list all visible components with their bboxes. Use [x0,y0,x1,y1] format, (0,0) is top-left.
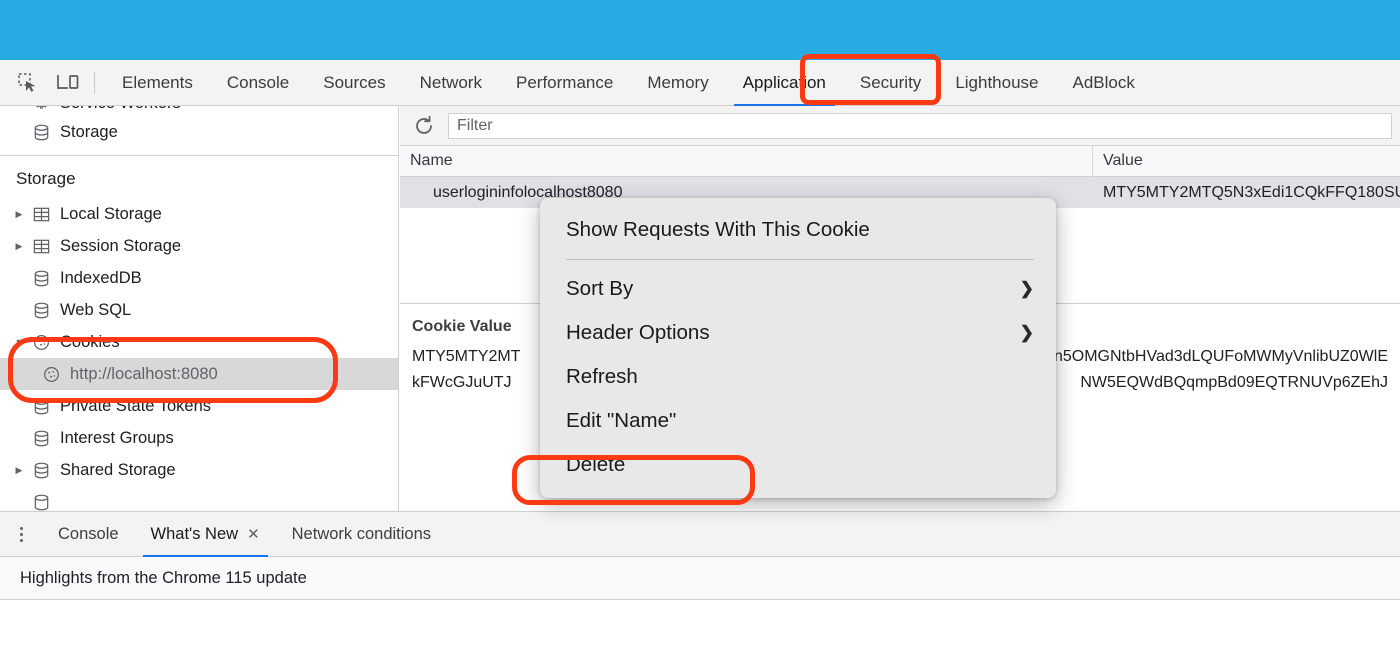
sidebar-item-cookie-origin[interactable]: http://localhost:8080 [0,358,398,390]
tab-console[interactable]: Console [210,60,306,106]
cookie-value-text-right[interactable]: n5OMGNtbHVad3dLQUFoMWMyVnlibUZ0WlE NW5EQW… [1042,342,1400,396]
chevron-right-icon[interactable]: ▶ [10,209,28,220]
filter-input[interactable] [448,112,1392,139]
gear-icon [28,106,54,112]
chevron-right-icon[interactable]: ▶ [10,241,28,252]
table-icon [28,237,54,256]
sidebar-item-label: Local Storage [60,204,162,223]
sidebar-item-label: Storage [60,122,118,141]
menu-item-label: Header Options [566,321,710,344]
whats-new-headline: Highlights from the Chrome 115 update [20,568,307,587]
application-sidebar[interactable]: Service Workers Storage Storage ▶ Local … [0,106,399,511]
close-icon[interactable]: ✕ [247,525,260,543]
cookies-grid-header: Name Value [400,145,1400,177]
tab-adblock[interactable]: AdBlock [1056,60,1152,106]
drawer-tab-label: Console [58,524,119,543]
cookie-value-text-left[interactable]: MTY5MTY2MT kFWcGJuUTJ [400,342,532,396]
chevron-down-icon[interactable]: ▼ [10,337,28,347]
sidebar-item-label: IndexedDB [60,268,142,287]
sidebar-item-interest-groups[interactable]: Interest Groups [0,422,398,454]
database-icon [28,123,54,142]
sidebar-item-clipped[interactable] [0,486,398,511]
devtools-drawer-tabbar: Console What's New ✕ Network conditions [0,511,1400,557]
table-icon [28,205,54,224]
menu-item-sort-by[interactable]: Sort By ❯ [540,267,1056,311]
sidebar-item-label: http://localhost:8080 [70,364,218,383]
tab-memory[interactable]: Memory [630,60,725,106]
menu-item-show-requests[interactable]: Show Requests With This Cookie [540,208,1056,252]
sidebar-item-label: Service Workers [54,106,181,113]
chevron-right-icon[interactable]: ▶ [10,465,28,476]
menu-item-label: Sort By [566,277,634,300]
cookie-context-menu[interactable]: Show Requests With This Cookie Sort By ❯… [540,198,1056,498]
chevron-right-icon: ❯ [1019,279,1034,298]
chevron-right-icon: ❯ [1019,323,1034,342]
cookie-icon [28,333,54,352]
tab-application[interactable]: Application [726,60,843,106]
inspect-element-icon[interactable] [8,60,48,106]
cookie-value-cell[interactable]: MTY5MTY2MTQ5N3xEdi1CQkFFQ180SUFBUkFCRUFB… [1093,177,1400,208]
sidebar-item-storage-top[interactable]: Storage [0,116,398,148]
sidebar-item-label: Private State Tokens [60,396,212,415]
menu-item-delete[interactable]: Delete [540,443,1056,487]
tab-lighthouse[interactable]: Lighthouse [938,60,1055,106]
tab-performance[interactable]: Performance [499,60,630,106]
column-header-value[interactable]: Value [1093,146,1400,177]
database-icon [28,429,54,448]
sidebar-item-label: Session Storage [60,236,182,255]
devtools-tabbar: Elements Console Sources Network Perform… [0,60,1400,106]
database-icon [28,397,54,416]
sidebar-item-label: Shared Storage [60,460,176,479]
more-options-icon[interactable] [0,511,42,557]
sidebar-item-label: Interest Groups [60,428,174,447]
sidebar-item-local-storage[interactable]: ▶ Local Storage [0,198,398,230]
sidebar-item-indexeddb[interactable]: IndexedDB [0,262,398,294]
toolbar-divider [94,71,95,94]
sidebar-item-service-workers[interactable]: Service Workers [0,106,398,116]
database-icon [28,301,54,320]
menu-item-label: Delete [566,453,626,476]
sidebar-item-web-sql[interactable]: Web SQL [0,294,398,326]
sidebar-section-title: Storage [16,169,76,188]
menu-item-label: Refresh [566,365,638,388]
whats-new-content: Highlights from the Chrome 115 update [0,557,1400,600]
refresh-icon[interactable] [408,111,440,141]
database-icon [28,493,54,512]
page-viewport-area [0,600,1400,646]
devtools-window: Elements Console Sources Network Perform… [0,0,1400,646]
sidebar-item-cookies[interactable]: ▼ Cookies [0,326,398,358]
tab-network[interactable]: Network [403,60,499,106]
drawer-tab-console[interactable]: Console [42,511,135,557]
menu-item-refresh[interactable]: Refresh [540,355,1056,399]
sidebar-item-shared-storage[interactable]: ▶ Shared Storage [0,454,398,486]
sidebar-item-label: Web SQL [60,300,132,319]
menu-separator [566,259,1034,260]
column-header-name[interactable]: Name [400,145,1093,177]
database-icon [28,461,54,480]
sidebar-item-private-state-tokens[interactable]: Private State Tokens [0,390,398,422]
device-toolbar-icon[interactable] [48,60,88,106]
sidebar-item-session-storage[interactable]: ▶ Session Storage [0,230,398,262]
sidebar-item-label: Cookies [60,332,120,351]
browser-top-bar [0,0,1400,60]
tab-security[interactable]: Security [843,60,938,106]
drawer-tab-label: What's New [150,524,239,543]
drawer-tab-label: Network conditions [291,524,432,543]
database-icon [28,269,54,288]
menu-item-edit-name[interactable]: Edit "Name" [540,399,1056,443]
tab-sources[interactable]: Sources [306,60,402,106]
drawer-tab-network-conditions[interactable]: Network conditions [276,511,447,557]
tab-elements[interactable]: Elements [105,60,210,106]
drawer-tab-whats-new[interactable]: What's New ✕ [135,511,276,557]
menu-item-label: Edit "Name" [566,409,677,432]
cookies-toolbar [400,106,1400,146]
menu-item-header-options[interactable]: Header Options ❯ [540,311,1056,355]
menu-item-label: Show Requests With This Cookie [566,218,870,241]
cookie-icon [38,365,64,384]
